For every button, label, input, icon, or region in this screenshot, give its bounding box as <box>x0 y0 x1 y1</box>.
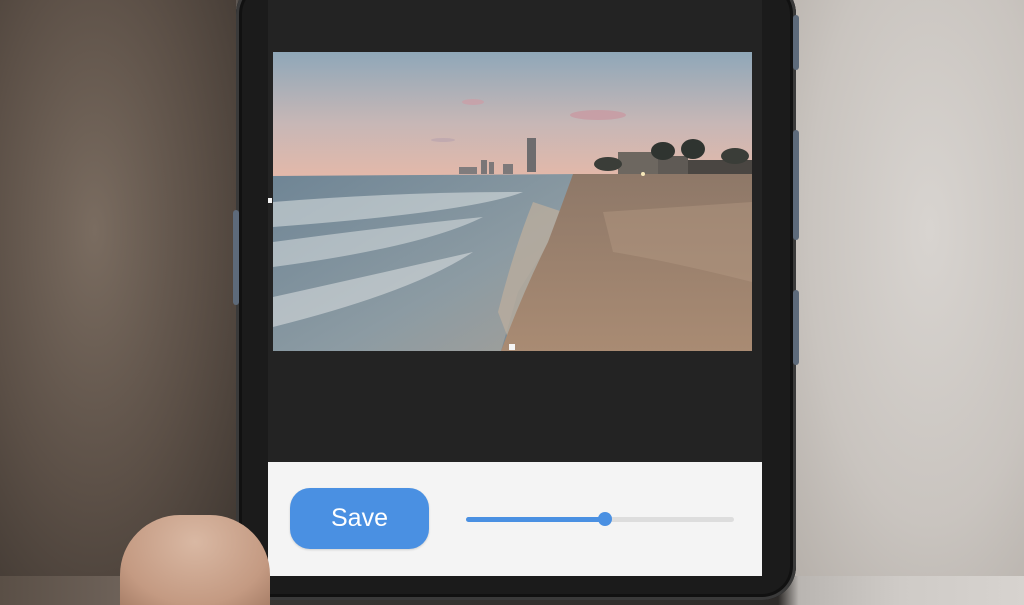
slider-fill <box>466 517 606 522</box>
side-button <box>233 210 239 305</box>
phone-screen: Save <box>268 0 762 576</box>
crop-handle-left[interactable] <box>268 198 272 203</box>
adjustment-slider[interactable] <box>466 512 734 526</box>
beach-photo <box>273 52 752 351</box>
editor-toolbar: Save <box>268 462 762 576</box>
volume-down-button <box>793 290 799 365</box>
hand-left <box>120 515 270 605</box>
volume-up-button <box>793 130 799 240</box>
background-blur-right <box>788 0 1024 576</box>
background-blur-left <box>0 0 236 576</box>
photo-preview[interactable] <box>273 52 752 351</box>
slider-thumb[interactable] <box>598 512 613 526</box>
power-button <box>793 15 799 70</box>
crop-handle-bottom[interactable] <box>509 344 515 350</box>
save-button[interactable]: Save <box>290 488 429 549</box>
